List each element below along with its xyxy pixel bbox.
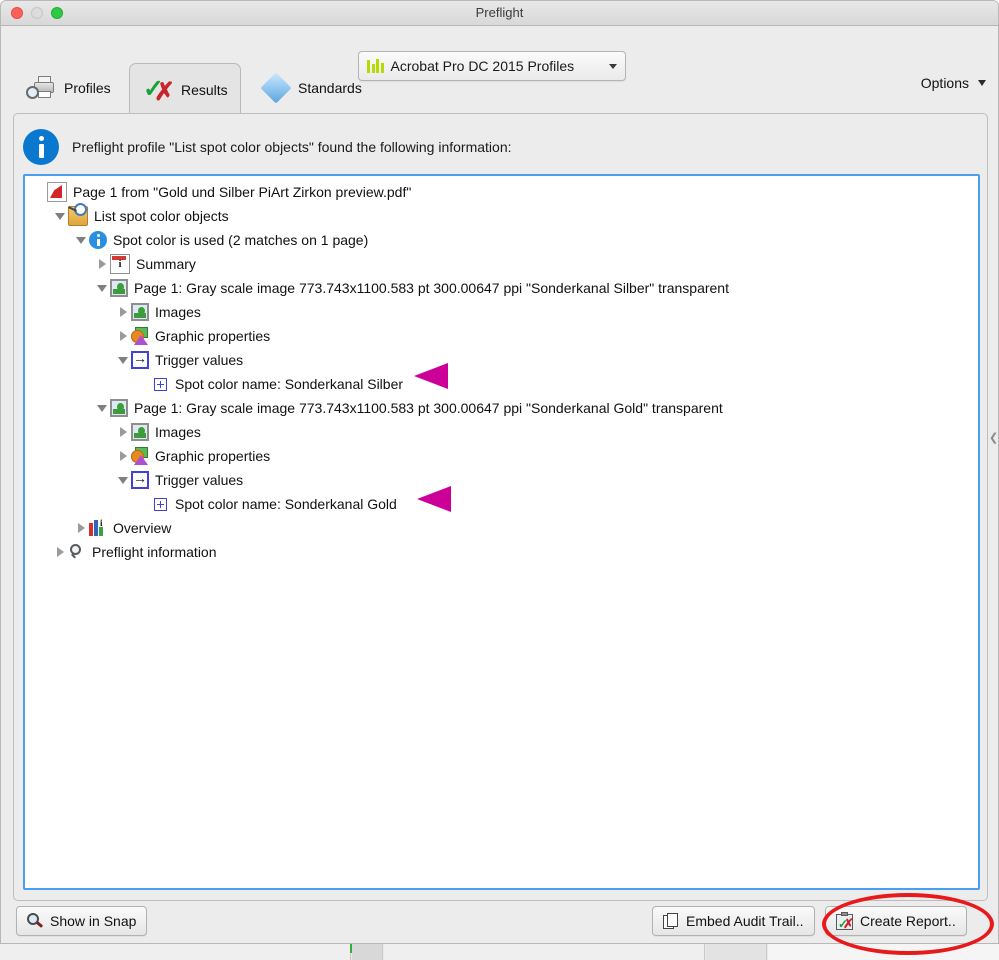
image-icon	[131, 423, 149, 441]
twisty-collapsed-icon[interactable]	[115, 307, 131, 317]
tree-row-label: Spot color is used (2 matches on 1 page)	[113, 232, 369, 248]
tree-row[interactable]: Summary	[25, 252, 978, 276]
twisty-expanded-icon[interactable]	[73, 236, 89, 244]
pdf-document-icon	[47, 182, 67, 202]
show-in-snap-button[interactable]: Show in Snap	[16, 906, 148, 936]
printer-magnifier-icon	[26, 74, 56, 102]
tab-profiles[interactable]: Profiles	[13, 63, 124, 113]
tree-row-label: Page 1: Gray scale image 773.743x1100.58…	[134, 400, 723, 416]
overview-chart-icon: i	[89, 519, 107, 537]
tree-row-label: Overview	[113, 520, 172, 536]
window-titlebar[interactable]: Preflight	[1, 1, 998, 26]
desktop-strip-segment	[0, 942, 351, 960]
trigger-icon	[131, 349, 149, 369]
annotation-arrow-silber	[414, 363, 554, 389]
tab-strip: Profiles ✓ ✗ Results Standards Options	[1, 61, 998, 115]
magnifier-icon	[68, 543, 86, 561]
tree-row-label: Spot color name: Sonderkanal Silber	[175, 376, 404, 392]
twisty-expanded-icon[interactable]	[94, 404, 110, 412]
image-icon	[110, 399, 128, 417]
bottom-action-bar: Show in Snap Embed Audit Trail.. ✓ ✗ Crea…	[1, 901, 998, 943]
image-icon	[110, 279, 128, 297]
report-clipboard-icon: ✓ ✗	[836, 912, 854, 930]
tree-row-label: Spot color name: Sonderkanal Gold	[175, 496, 397, 512]
twisty-expanded-icon[interactable]	[115, 476, 131, 484]
summary-icon	[110, 254, 130, 274]
info-banner: Preflight profile "List spot color objec…	[23, 123, 512, 171]
desktop-strip-segment	[352, 942, 383, 960]
tree-row[interactable]: Graphic properties	[25, 444, 978, 468]
diamond-icon	[260, 72, 292, 104]
options-label: Options	[920, 75, 969, 91]
tree-row-label: Trigger values	[155, 472, 244, 488]
create-report-label: Create Report..	[860, 913, 956, 929]
tree-row[interactable]: Images	[25, 300, 978, 324]
tree-row[interactable]: Images	[25, 420, 978, 444]
twisty-collapsed-icon[interactable]	[52, 547, 68, 557]
tree-row-label: Graphic properties	[155, 448, 271, 464]
twisty-expanded-icon[interactable]	[115, 356, 131, 364]
tree-row[interactable]: List spot color objects	[25, 203, 978, 228]
trigger-icon	[131, 469, 149, 489]
info-message: Preflight profile "List spot color objec…	[72, 139, 512, 155]
tab-standards-label: Standards	[298, 80, 362, 96]
chevron-down-icon	[978, 80, 986, 86]
tree-row-label: Trigger values	[155, 352, 244, 368]
tree-row-label: Page 1: Gray scale image 773.743x1100.58…	[134, 280, 729, 296]
info-circle-icon	[23, 129, 59, 165]
pages-icon	[663, 912, 680, 930]
info-small-icon	[89, 231, 107, 249]
leaf-node-icon	[154, 377, 167, 391]
desktop-strip-segment	[768, 942, 999, 960]
magnifier-icon	[27, 912, 44, 930]
check-cross-icon: ✓ ✗	[143, 74, 175, 106]
tree-row-label: Summary	[136, 256, 196, 272]
twisty-collapsed-icon[interactable]	[115, 451, 131, 461]
tree-row-label: Preflight information	[92, 544, 217, 560]
embed-audit-trail-label: Embed Audit Trail..	[686, 913, 804, 929]
window-resize-handle[interactable]: ❮❮	[989, 433, 998, 469]
embed-audit-trail-button[interactable]: Embed Audit Trail..	[652, 906, 815, 936]
tree-row-label: Page 1 from "Gold und Silber PiArt Zirko…	[73, 184, 412, 200]
tree-row[interactable]: i Overview	[25, 516, 978, 540]
tree-row-label: List spot color objects	[94, 208, 229, 224]
create-report-button[interactable]: ✓ ✗ Create Report..	[825, 906, 967, 936]
tree-row-label: Images	[155, 304, 201, 320]
tree-row[interactable]: Page 1: Gray scale image 773.743x1100.58…	[25, 396, 978, 420]
tree-row-label: Images	[155, 424, 201, 440]
desktop-strip-segment	[384, 942, 705, 960]
twisty-collapsed-icon[interactable]	[73, 523, 89, 533]
leaf-node-icon	[154, 497, 167, 511]
tab-standards[interactable]: Standards	[249, 63, 375, 113]
twisty-collapsed-icon[interactable]	[115, 427, 131, 437]
tree-row[interactable]: Page 1: Gray scale image 773.743x1100.58…	[25, 276, 978, 300]
tab-results-label: Results	[181, 81, 228, 98]
graphic-props-icon	[131, 447, 149, 465]
tree-row[interactable]: Preflight information	[25, 540, 978, 564]
tree-row[interactable]: Graphic properties	[25, 324, 978, 348]
window-title: Preflight	[475, 5, 524, 20]
show-in-snap-label: Show in Snap	[50, 913, 137, 929]
twisty-expanded-icon[interactable]	[52, 212, 68, 220]
annotation-arrow-gold	[417, 486, 557, 512]
tree-row-label: Graphic properties	[155, 328, 271, 344]
desktop-strip-segment	[706, 942, 767, 960]
tree-row[interactable]: Page 1 from "Gold und Silber PiArt Zirko…	[25, 180, 978, 204]
image-icon	[131, 303, 149, 321]
twisty-collapsed-icon[interactable]	[94, 259, 110, 269]
tab-profiles-label: Profiles	[64, 80, 111, 96]
tab-results[interactable]: ✓ ✗ Results	[129, 63, 241, 115]
profile-icon	[68, 203, 88, 226]
twisty-expanded-icon[interactable]	[94, 284, 110, 292]
toolbar: Acrobat Pro DC 2015 Profiles	[1, 26, 998, 81]
tree-row[interactable]: Spot color is used (2 matches on 1 page)	[25, 228, 978, 252]
graphic-props-icon	[131, 327, 149, 345]
results-tree-panel[interactable]: Page 1 from "Gold und Silber PiArt Zirko…	[23, 174, 980, 890]
options-menu-button[interactable]: Options	[921, 75, 986, 91]
preflight-window: Preflight Acrobat Pro DC 2015 Profiles P…	[0, 0, 999, 944]
twisty-collapsed-icon[interactable]	[115, 331, 131, 341]
